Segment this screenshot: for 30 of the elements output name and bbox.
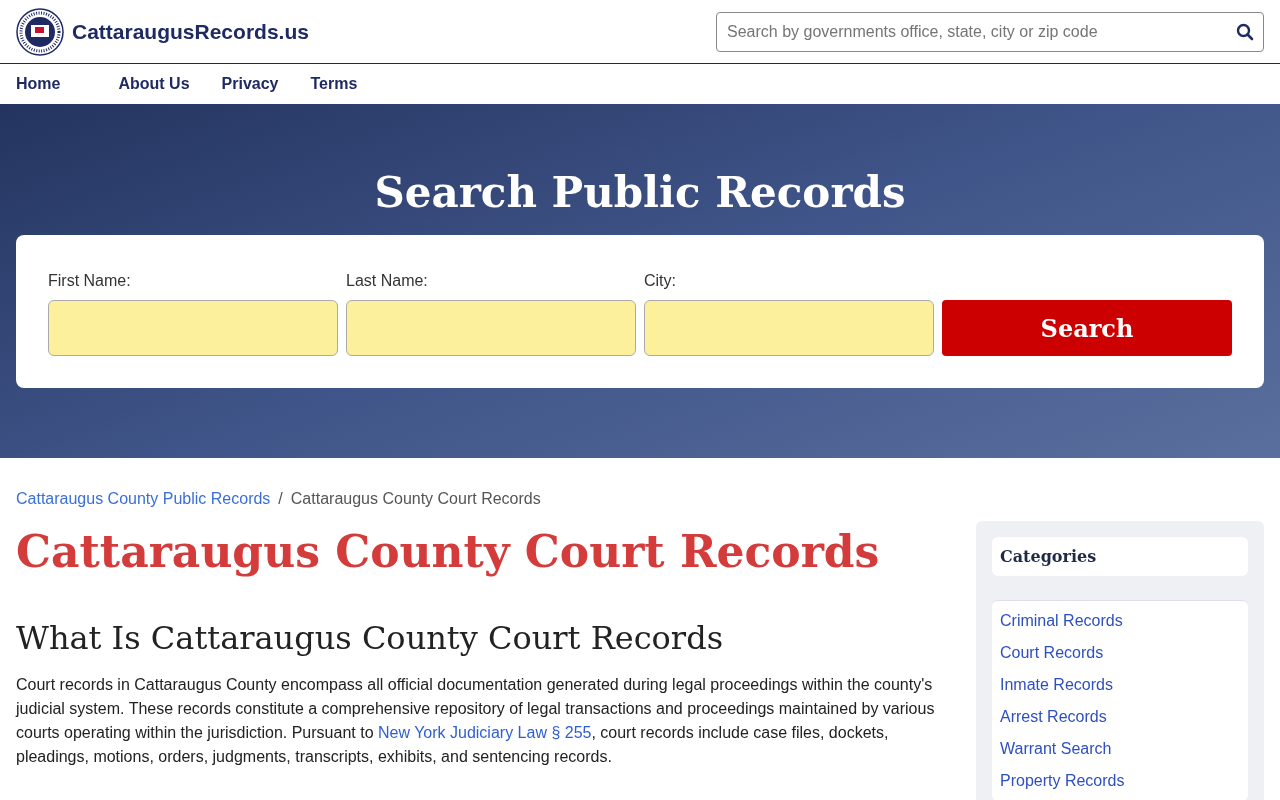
page-title: Cattaraugus County Court Records	[16, 526, 881, 577]
nav-link[interactable]: Privacy	[221, 75, 279, 93]
seal-logo-icon	[16, 7, 64, 56]
input-field[interactable]	[644, 300, 934, 356]
search-icon[interactable]	[1236, 22, 1254, 41]
category-link[interactable]: Criminal Records	[1000, 609, 1240, 633]
input-field[interactable]	[48, 300, 338, 356]
category-link[interactable]: Inmate Records	[1000, 673, 1240, 697]
field-label: City:	[644, 272, 677, 290]
sidebar-title: Categories	[1000, 547, 1097, 566]
nav-link[interactable]: About Us	[118, 75, 190, 93]
breadcrumb-separator: /	[278, 490, 283, 508]
law-link[interactable]: New York Judiciary Law § 255	[377, 724, 592, 741]
field-label: First Name:	[48, 272, 132, 290]
category-link[interactable]: Arrest Records	[1000, 705, 1240, 729]
field-label: Last Name:	[346, 272, 429, 290]
category-link[interactable]: Warrant Search	[1000, 737, 1240, 761]
paragraph: Court records in Cattaraugus County encompass all official documentation generated during legal proceedings within the county's judicial system. These records constitute a comprehensive repository of legal transactions and proceedings maintained by various courts operating within the jurisdiction. Pursuant to New York Judiciary Law § 255, court records include case files, dockets, pleadings, motions, orders, judgments, transcripts, exhibits, and sentencing records.	[16, 675, 936, 767]
category-link[interactable]: Property Records	[1000, 769, 1240, 793]
category-link[interactable]: Court Records	[1000, 641, 1240, 665]
search-button[interactable]: Search	[942, 300, 1232, 356]
hero-title: Search Public Records	[374, 168, 906, 217]
nav-link[interactable]: Home	[16, 75, 61, 93]
section-heading: What Is Cattaraugus County Court Records	[16, 619, 725, 657]
search-field[interactable]: Search by governments office, state, city or zip code	[716, 11, 1264, 52]
nav-link[interactable]: Terms	[310, 75, 358, 93]
input-field[interactable]	[346, 300, 636, 356]
breadcrumb-link[interactable]: Cattaraugus County Public Records	[16, 490, 271, 508]
breadcrumb-current: Cattaraugus County Court Records	[290, 490, 541, 508]
site-name[interactable]: CattaraugusRecords.us	[72, 19, 309, 44]
